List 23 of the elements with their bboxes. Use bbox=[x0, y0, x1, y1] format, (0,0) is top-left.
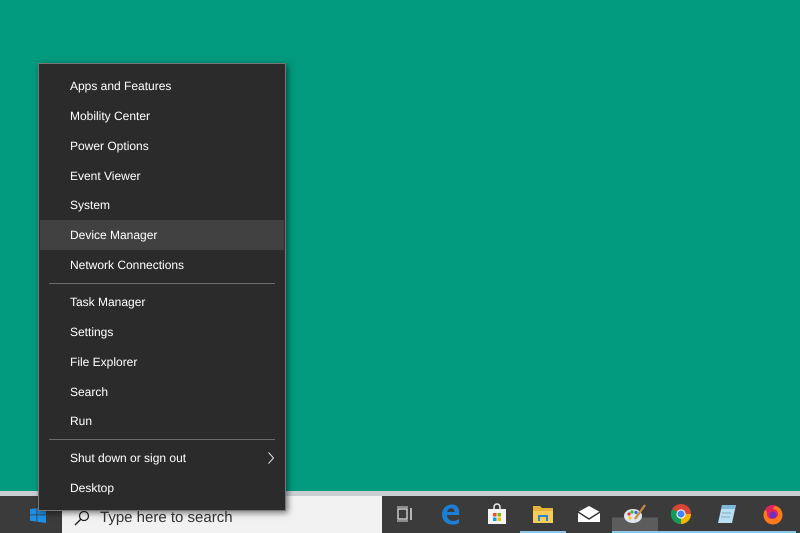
notepad-icon bbox=[716, 502, 738, 524]
menu-item[interactable]: Network Connections bbox=[40, 250, 284, 280]
edge-icon bbox=[440, 502, 462, 524]
menu-item[interactable]: Settings bbox=[40, 316, 284, 347]
menu-item[interactable]: Apps and Features bbox=[40, 71, 284, 101]
chrome-icon bbox=[670, 502, 692, 524]
menu-item[interactable]: Task Manager bbox=[40, 287, 284, 317]
folder-icon bbox=[532, 504, 554, 524]
menu-item[interactable]: File Explorer bbox=[40, 346, 284, 377]
palette-icon bbox=[623, 502, 647, 524]
menu-item[interactable]: Shut down or sign out bbox=[40, 443, 284, 474]
menu-item[interactable]: System bbox=[40, 190, 284, 220]
menu-item[interactable]: Power Options bbox=[40, 130, 284, 161]
store-icon bbox=[486, 502, 508, 524]
menu-item[interactable]: Event Viewer bbox=[40, 160, 284, 190]
menu-item[interactable]: Search bbox=[40, 376, 284, 406]
search-placeholder: Type here to search bbox=[100, 509, 233, 526]
menu-item[interactable]: Run bbox=[40, 406, 284, 436]
task-view-icon bbox=[397, 506, 413, 522]
menu-item[interactable]: Mobility Center bbox=[40, 100, 284, 131]
mail-icon bbox=[577, 504, 601, 522]
firefox-icon bbox=[762, 502, 784, 524]
menu-item[interactable]: Device Manager bbox=[40, 220, 284, 250]
